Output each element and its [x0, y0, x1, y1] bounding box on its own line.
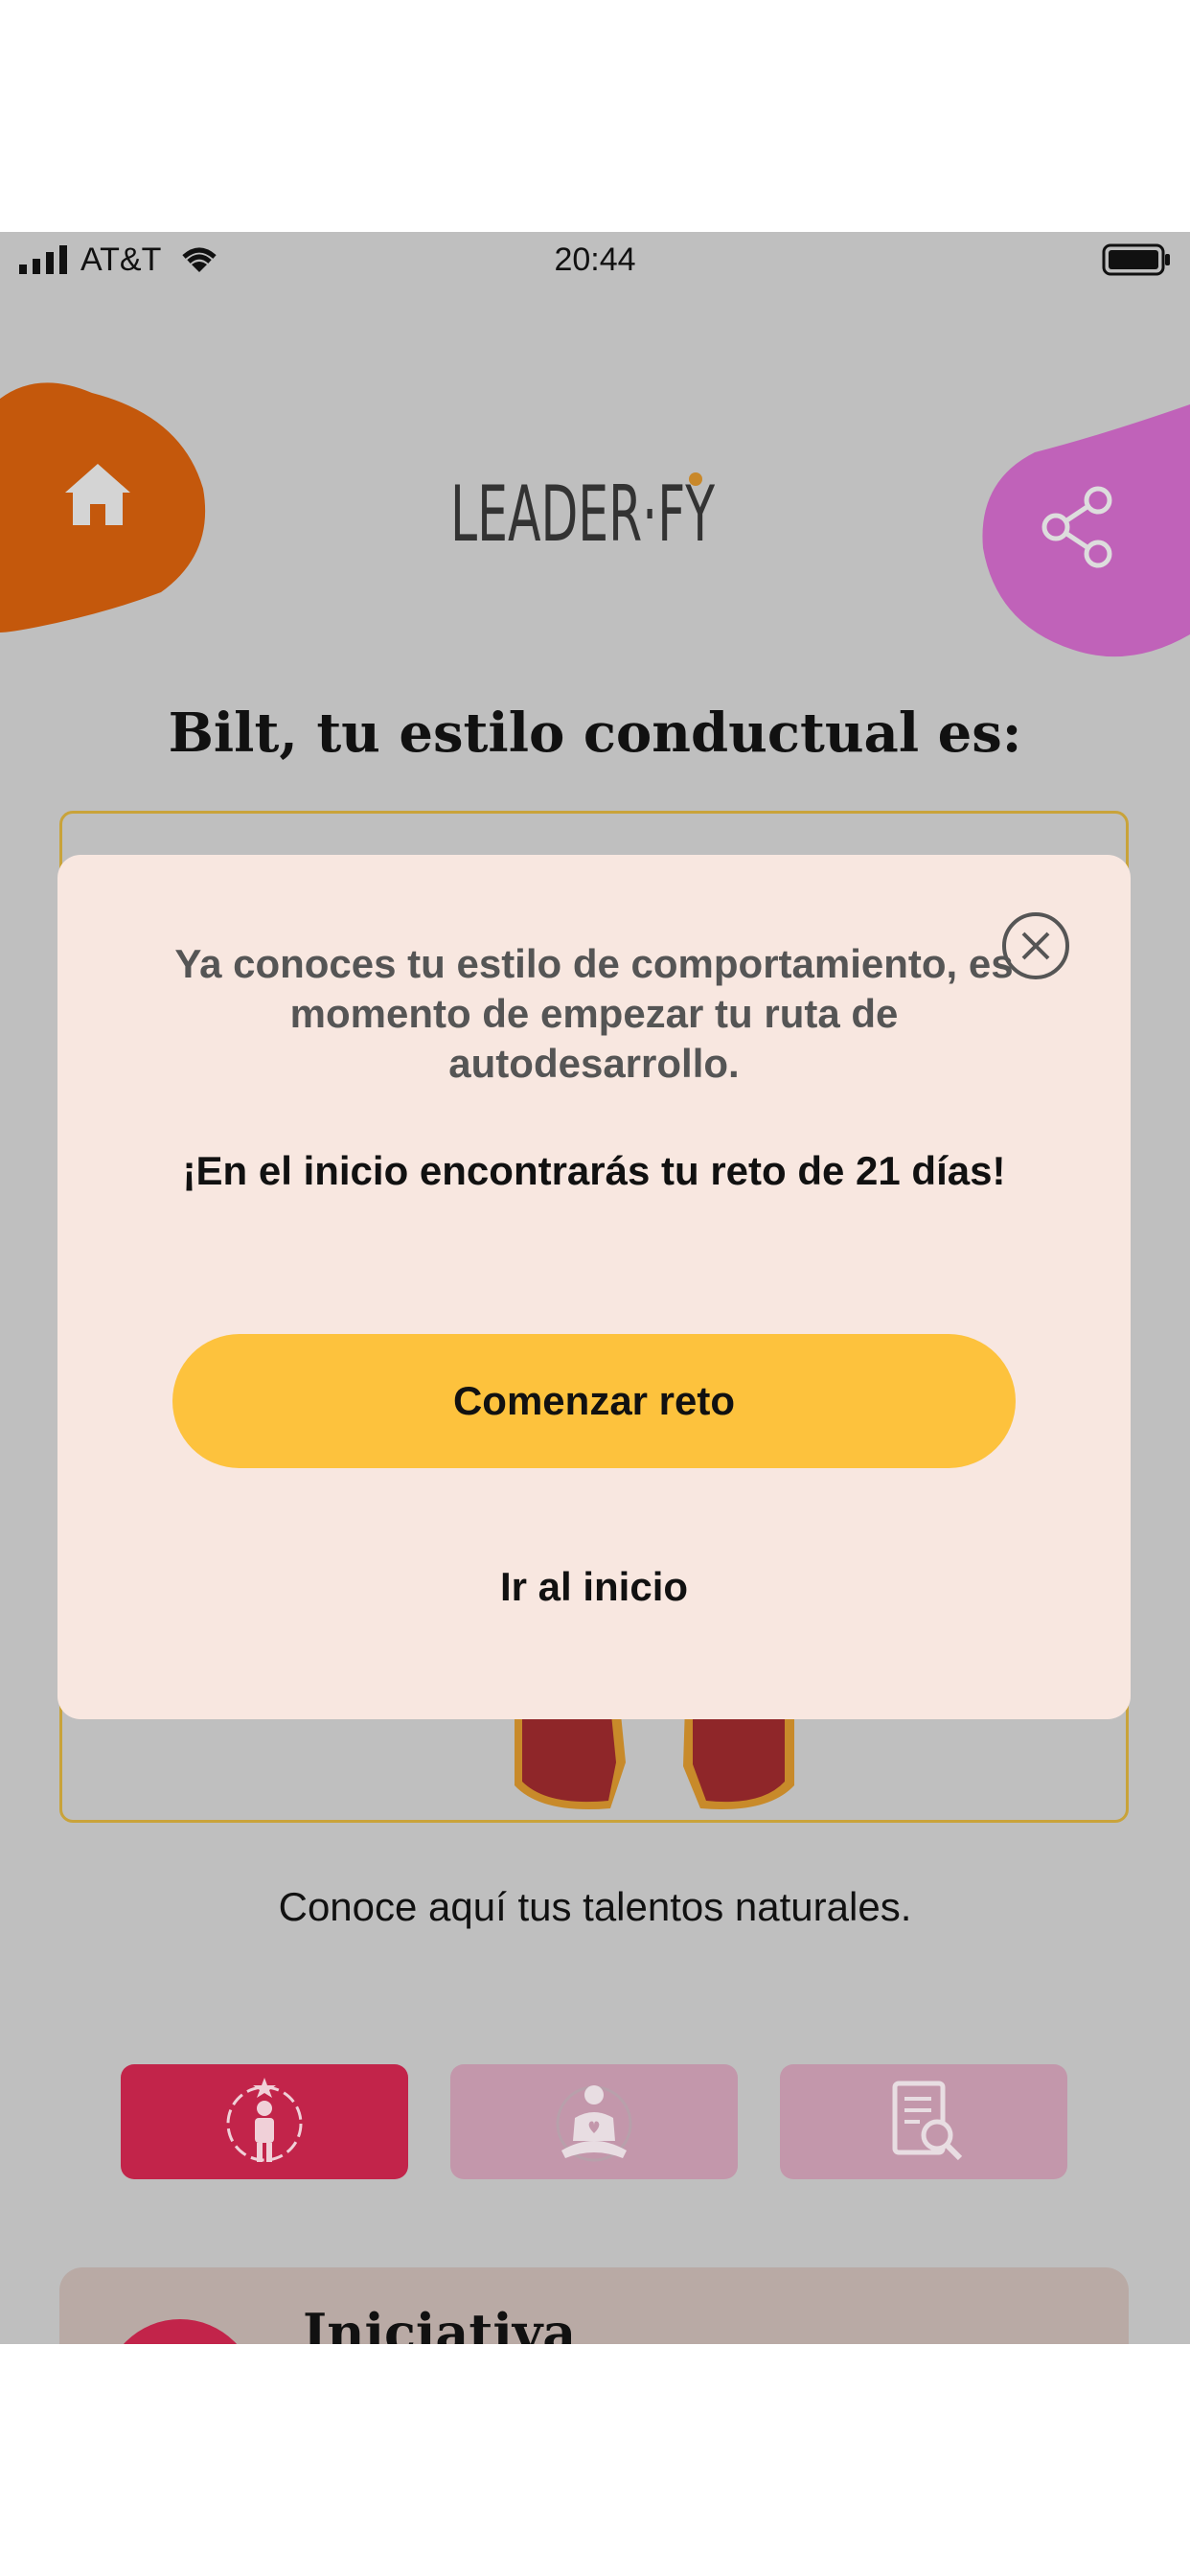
home-icon [65, 464, 130, 525]
battery-icon [1102, 243, 1170, 276]
tab-wellbeing[interactable] [450, 2064, 738, 2179]
talent-avatar [103, 2319, 257, 2344]
talents-caption: Conoce aquí tus talentos naturales. [278, 1884, 912, 1929]
tab-leader[interactable] [121, 2064, 408, 2179]
challenge-modal: Ya conoces tu estilo de comportamiento, … [57, 855, 1131, 1719]
talent-card[interactable]: Iniciativa [59, 2267, 1129, 2344]
document-search-icon [892, 2081, 963, 2161]
tab-analysis[interactable] [780, 2064, 1067, 2179]
modal-highlight: ¡En el inicio encontrarás tu reto de 21 … [182, 1148, 1006, 1193]
result-title: Bilt, tu estilo conductual es: [168, 702, 1022, 765]
start-challenge-button[interactable]: Comenzar reto [172, 1334, 1016, 1468]
leaderfy-logo: LEADER·FY [450, 470, 747, 559]
talent-heading: Iniciativa [303, 2302, 577, 2344]
modal-message: Ya conoces tu estilo de comportamiento, … [174, 941, 1014, 1086]
svg-text:LEADER·FY: LEADER·FY [450, 472, 716, 548]
leader-icon [226, 2078, 303, 2162]
app-screen: AT&T 20:44 LEADER·FY Bilt, tu estilo con… [0, 232, 1190, 2344]
character-feet-illustration [515, 1705, 794, 1809]
status-bar: AT&T 20:44 [0, 232, 1190, 289]
clock: 20:44 [554, 242, 636, 278]
go-home-link[interactable]: Ir al inicio [57, 1564, 1131, 1610]
share-icon [1041, 486, 1112, 568]
share-button[interactable] [977, 404, 1190, 663]
home-button[interactable] [0, 374, 211, 632]
logo-figure-icon: LEADER·FY [450, 470, 716, 559]
meditation-icon [556, 2085, 632, 2162]
